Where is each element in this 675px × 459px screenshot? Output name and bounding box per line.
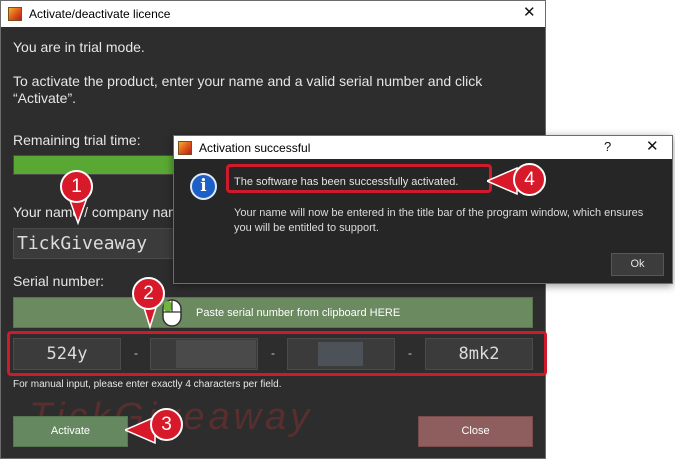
dialog-submessage: Your name will now be entered in the tit… xyxy=(234,207,644,234)
instruction-text-line1: To activate the product, enter your name… xyxy=(13,73,483,89)
close-button[interactable]: Close xyxy=(418,416,533,447)
activation-dialog: Activation successful ? ✕ i The software… xyxy=(173,135,673,284)
manual-input-hint: For manual input, please enter exactly 4… xyxy=(13,379,282,390)
serial-field-1[interactable]: 524y xyxy=(13,338,121,370)
info-icon: i xyxy=(190,173,217,200)
callout-1: 1 xyxy=(60,170,93,203)
remaining-trial-label: Remaining trial time: xyxy=(13,132,141,148)
redacted-value xyxy=(176,340,256,368)
paste-serial-label: Paste serial number from clipboard HERE xyxy=(196,307,401,319)
help-icon[interactable]: ? xyxy=(604,139,611,154)
serial-label: Serial number: xyxy=(13,273,105,289)
redacted-value xyxy=(318,342,363,366)
close-icon[interactable]: ✕ xyxy=(646,138,659,156)
trial-progress-fill xyxy=(14,156,191,174)
licence-titlebar: Activate/deactivate licence ✕ xyxy=(1,1,545,27)
serial-separator-1: - xyxy=(134,346,138,360)
serial-field-3[interactable] xyxy=(287,338,395,370)
dialog-title: Activation successful xyxy=(199,141,311,155)
dialog-message: The software has been successfully activ… xyxy=(234,176,459,188)
activate-button[interactable]: Activate xyxy=(13,416,128,447)
serial-field-4[interactable]: 8mk2 xyxy=(425,338,533,370)
close-icon[interactable]: ✕ xyxy=(523,4,536,22)
dialog-titlebar: Activation successful ? ✕ xyxy=(174,136,672,159)
app-icon xyxy=(178,141,192,155)
callout-2: 2 xyxy=(132,277,165,310)
serial-separator-2: - xyxy=(271,346,275,360)
callout-4: 4 xyxy=(513,163,546,196)
instruction-text-line2: “Activate”. xyxy=(13,90,77,106)
name-label: Your name / company name xyxy=(13,204,188,220)
callout-3: 3 xyxy=(150,408,183,441)
trial-mode-text: You are in trial mode. xyxy=(13,39,145,55)
app-icon xyxy=(8,7,22,21)
paste-serial-button[interactable]: Paste serial number from clipboard HERE xyxy=(13,297,533,328)
serial-field-2[interactable] xyxy=(150,338,258,370)
ok-button[interactable]: Ok xyxy=(611,253,664,276)
serial-separator-3: - xyxy=(408,346,412,360)
window-title: Activate/deactivate licence xyxy=(29,7,171,21)
